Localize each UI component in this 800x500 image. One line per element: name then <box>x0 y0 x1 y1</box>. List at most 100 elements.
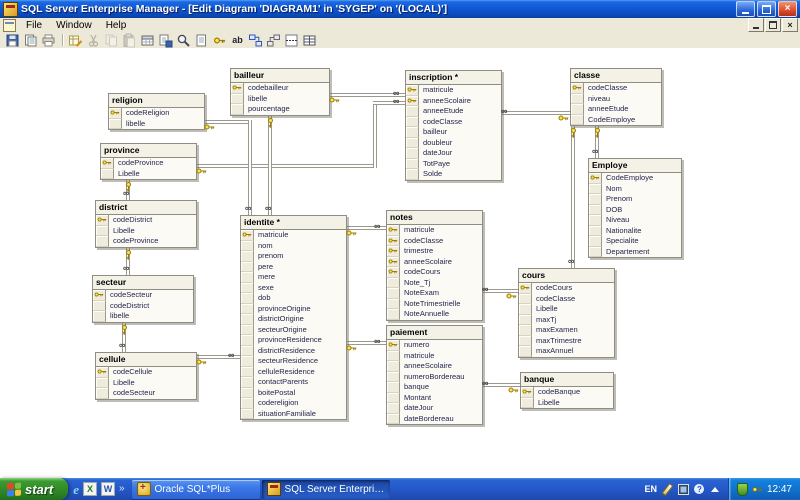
field-row[interactable]: niveau <box>571 94 661 105</box>
field-row[interactable]: codeReligion <box>109 108 204 119</box>
field-row[interactable]: codeDistrict <box>93 301 193 312</box>
field-row[interactable]: Niveau <box>589 215 681 226</box>
field-row[interactable]: sexe <box>241 283 346 294</box>
diagram-canvas[interactable]: religioncodeReligionlibelleprovincecodeP… <box>0 48 800 478</box>
table-inscription[interactable]: inscription *matriculeanneeScolaireannee… <box>405 70 502 181</box>
field-row[interactable]: boitePostal <box>241 388 346 399</box>
field-row[interactable]: celluleResidence <box>241 367 346 378</box>
field-row[interactable]: numero <box>387 340 482 351</box>
field-row[interactable]: codeBanque <box>521 387 613 398</box>
table-paiement[interactable]: paiementnumeromatriculeanneeScolairenume… <box>386 325 483 425</box>
key-tray-icon[interactable] <box>752 484 763 495</box>
field-row[interactable]: provinceOrigine <box>241 304 346 315</box>
field-row[interactable]: situationFamiliale <box>241 409 346 420</box>
table-employe-title[interactable]: Employe <box>589 159 681 173</box>
taskbar-task-1[interactable]: Oracle SQL*Plus <box>132 480 260 499</box>
menu-help[interactable]: Help <box>99 18 134 32</box>
field-row[interactable]: CodeEmploye <box>571 115 661 126</box>
save-icon[interactable] <box>4 33 21 48</box>
field-row[interactable]: matricule <box>406 85 501 96</box>
field-row[interactable]: codeClasse <box>406 117 501 128</box>
field-row[interactable]: codeClasse <box>571 83 661 94</box>
save-change-script-icon[interactable] <box>157 33 174 48</box>
field-row[interactable]: pere <box>241 262 346 273</box>
relationship-line-province-inscription[interactable] <box>193 164 377 168</box>
field-row[interactable]: codeSecteur <box>93 290 193 301</box>
word-icon[interactable]: W <box>101 482 115 496</box>
field-row[interactable]: nom <box>241 241 346 252</box>
restore-button[interactable] <box>757 1 776 17</box>
add-table-icon[interactable] <box>247 33 264 48</box>
hide-icons-chevron[interactable] <box>710 484 721 495</box>
menu-file[interactable]: File <box>19 18 49 32</box>
table-banque-title[interactable]: banque <box>521 373 613 387</box>
table-cours[interactable]: courscodeCourscodeClasseLibellemaxTjmaxE… <box>518 268 615 358</box>
language-indicator[interactable]: EN <box>644 484 657 494</box>
table-bailleur[interactable]: bailleurcodebailleurlibellepourcentage <box>230 68 330 116</box>
field-row[interactable]: districtOrigine <box>241 314 346 325</box>
field-row[interactable]: districtResidence <box>241 346 346 357</box>
field-row[interactable]: maxTrimestre <box>519 336 614 347</box>
field-row[interactable]: Nationalite <box>589 226 681 237</box>
field-row[interactable]: prenom <box>241 251 346 262</box>
print-icon[interactable] <box>40 33 57 48</box>
table-district-title[interactable]: district <box>96 201 196 215</box>
field-row[interactable]: pourcentage <box>231 104 329 115</box>
copy-icon[interactable] <box>103 33 120 48</box>
table-notes[interactable]: notesmatriculecodeClassetrimestreanneeSc… <box>386 210 483 321</box>
field-row[interactable]: codeCours <box>519 283 614 294</box>
table-cellule[interactable]: cellulecodeCelluleLibellecodeSecteur <box>95 352 197 400</box>
table-district[interactable]: districtcodeDistrictLibellecodeProvince <box>95 200 197 248</box>
field-row[interactable]: banque <box>387 382 482 393</box>
field-row[interactable]: codeSecteur <box>96 388 196 399</box>
generate-script-icon[interactable] <box>67 33 84 48</box>
field-row[interactable]: numeroBordereau <box>387 372 482 383</box>
field-row[interactable]: Libelle <box>519 304 614 315</box>
zoom-icon[interactable] <box>175 33 192 48</box>
table-classe[interactable]: classecodeClasseniveauanneeEtudeCodeEmpl… <box>570 68 662 126</box>
field-row[interactable]: libelle <box>231 94 329 105</box>
field-row[interactable]: doubleur <box>406 138 501 149</box>
table-religion-title[interactable]: religion <box>109 94 204 108</box>
table-inscription-title[interactable]: inscription * <box>406 71 501 85</box>
field-row[interactable]: Specialite <box>589 236 681 247</box>
field-row[interactable]: Montant <box>387 393 482 404</box>
table-religion[interactable]: religioncodeReligionlibelle <box>108 93 205 130</box>
field-row[interactable]: NoteExam <box>387 288 482 299</box>
network-monitor-icon[interactable] <box>678 484 689 495</box>
field-row[interactable]: maxExamen <box>519 325 614 336</box>
field-row[interactable]: matricule <box>387 351 482 362</box>
field-row[interactable]: codeDistrict <box>96 215 196 226</box>
more-chevron-icon[interactable]: » <box>119 484 125 494</box>
help-tray-icon[interactable]: ? <box>694 484 705 495</box>
table-notes-title[interactable]: notes <box>387 211 482 225</box>
text-annotation-icon[interactable]: ab <box>229 33 246 48</box>
relationship-line-classe-cours[interactable] <box>571 121 575 270</box>
view-grid-icon[interactable] <box>301 33 318 48</box>
field-row[interactable]: matricule <box>241 230 346 241</box>
field-row[interactable]: trimestre <box>387 246 482 257</box>
table-identite-title[interactable]: identite * <box>241 216 346 230</box>
taskbar-task-2[interactable]: SQL Server Enterpris... <box>262 480 390 499</box>
field-row[interactable]: codeCours <box>387 267 482 278</box>
field-row[interactable]: anneeScolaire <box>387 361 482 372</box>
menu-window[interactable]: Window <box>49 18 99 32</box>
field-row[interactable]: CodeEmploye <box>589 173 681 184</box>
close-button[interactable]: × <box>778 1 797 17</box>
field-row[interactable]: codeClasse <box>519 294 614 305</box>
child-minimize-button[interactable] <box>748 18 764 32</box>
pen-icon[interactable] <box>662 484 673 495</box>
field-row[interactable]: codebailleur <box>231 83 329 94</box>
table-classe-title[interactable]: classe <box>571 69 661 83</box>
minimize-button[interactable] <box>736 1 755 17</box>
field-row[interactable]: maxAnnuel <box>519 346 614 357</box>
field-row[interactable]: mere <box>241 272 346 283</box>
field-row[interactable]: Libelle <box>96 378 196 389</box>
table-identite[interactable]: identite *matriculenomprenomperemeresexe… <box>240 215 347 420</box>
table-banque[interactable]: banquecodeBanqueLibelle <box>520 372 614 409</box>
relationship-line-province-inscription[interactable] <box>373 101 407 105</box>
internet-explorer-icon[interactable]: e <box>73 483 79 496</box>
show-page-icon[interactable] <box>193 33 210 48</box>
excel-icon[interactable]: X <box>83 482 97 496</box>
field-row[interactable]: anneeEtude <box>571 104 661 115</box>
